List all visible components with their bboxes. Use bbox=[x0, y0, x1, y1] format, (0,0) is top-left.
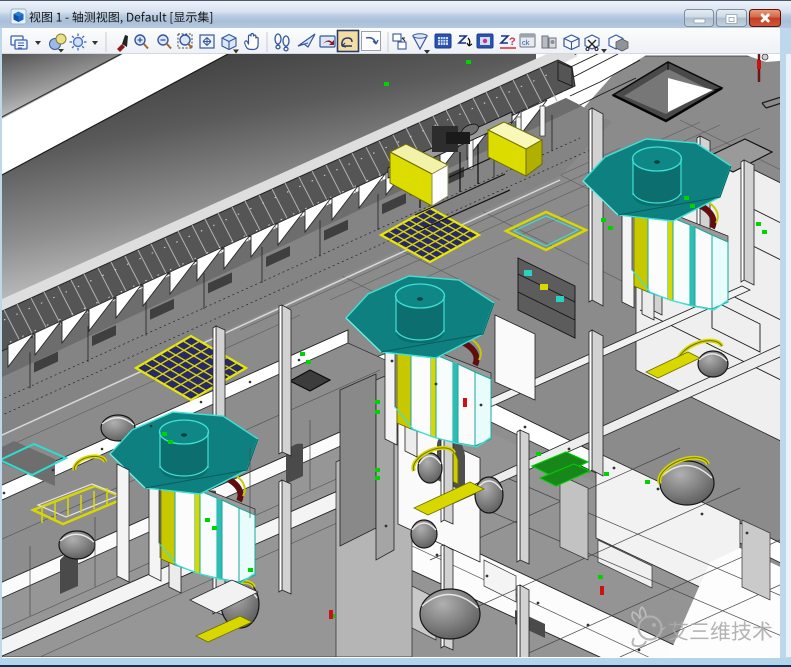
svg-text:?: ? bbox=[509, 36, 516, 48]
svg-text:ck: ck bbox=[522, 38, 530, 47]
